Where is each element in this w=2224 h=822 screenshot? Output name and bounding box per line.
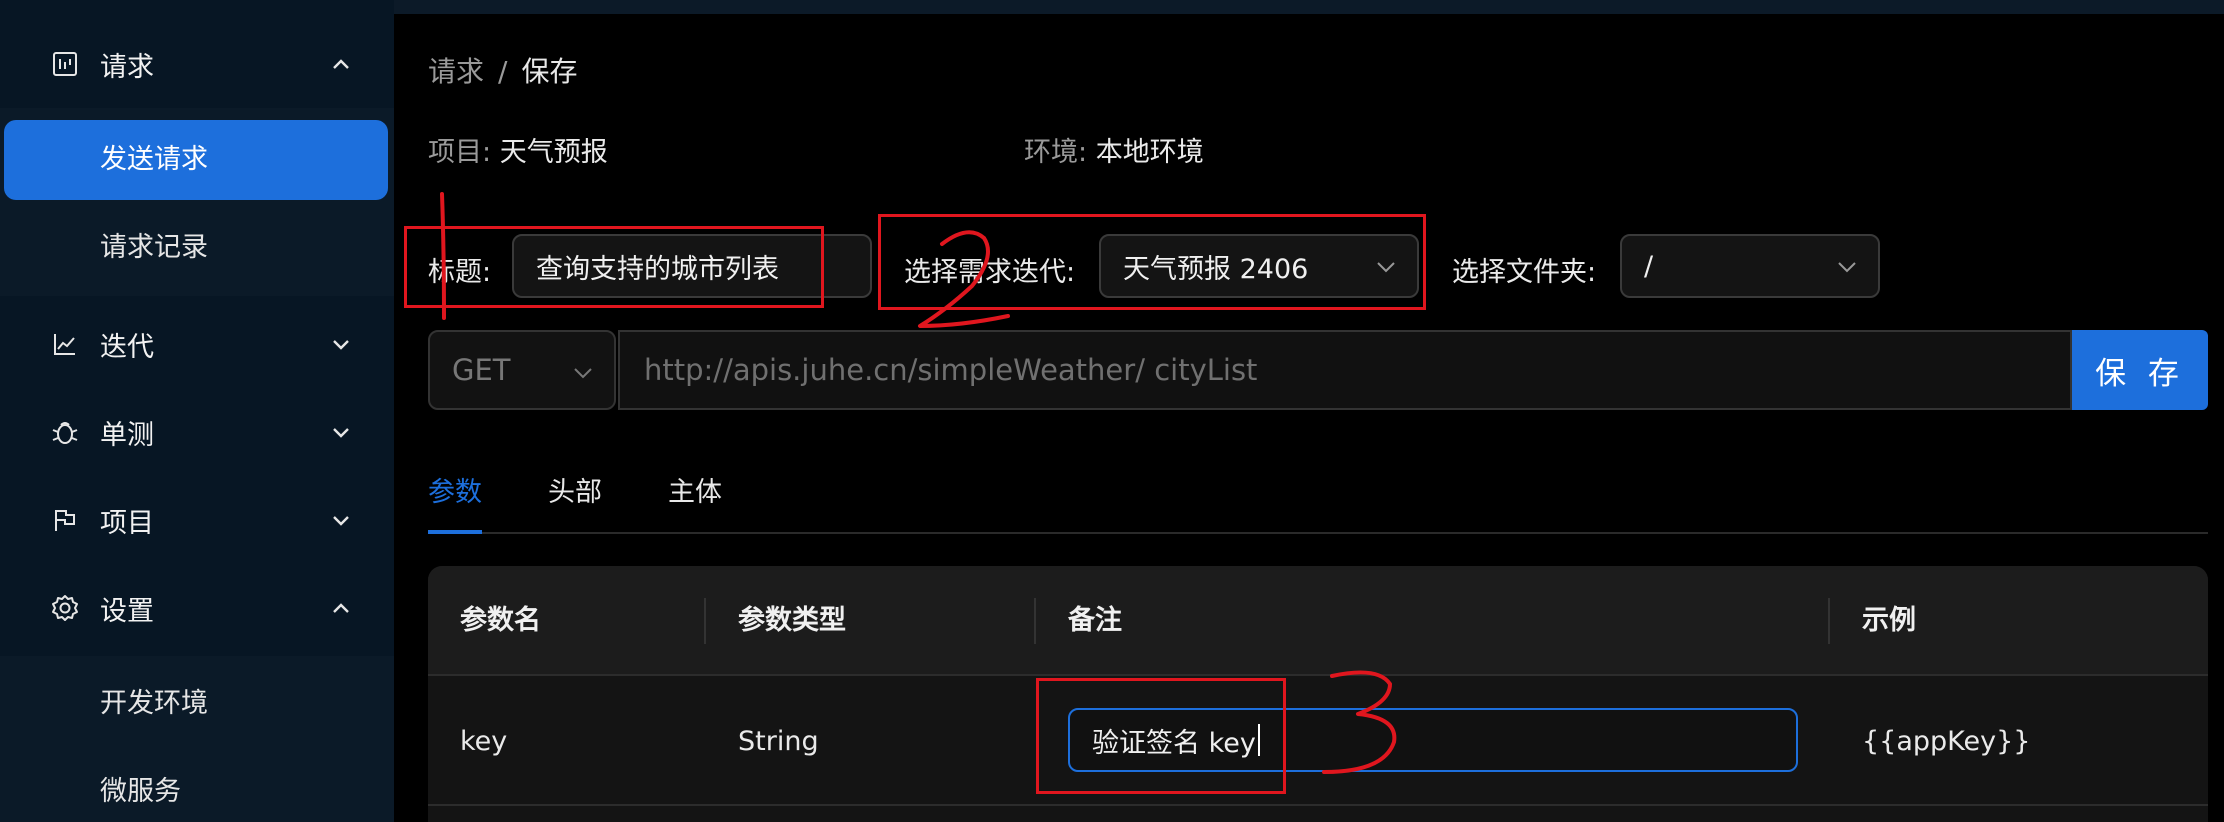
breadcrumb: 请求 / 保存 bbox=[428, 50, 577, 90]
chevron-up-icon[interactable] bbox=[328, 51, 354, 77]
project-value: 天气预报 bbox=[499, 137, 608, 168]
chevron-down-icon bbox=[570, 359, 596, 385]
column-header-example: 示例 bbox=[1862, 605, 1916, 636]
nav-group-label: 请求 bbox=[100, 51, 154, 83]
column-divider[interactable] bbox=[1034, 598, 1036, 644]
method-select[interactable]: GET bbox=[428, 330, 616, 410]
sidebar-item-request-history[interactable]: 请求记录 bbox=[0, 204, 394, 292]
chevron-down-icon[interactable] bbox=[328, 331, 354, 357]
breadcrumb-current: 保存 bbox=[521, 55, 578, 88]
chevron-down-icon[interactable] bbox=[328, 419, 354, 445]
sidebar-item-microservice[interactable]: 微服务 bbox=[0, 748, 394, 822]
env-label: 环境: bbox=[1024, 137, 1088, 168]
folder-label: 选择文件夹: bbox=[1452, 257, 1597, 288]
params-table: 参数名 参数类型 备注 示例 key String 验证签名 key {{app… bbox=[428, 566, 2208, 822]
sidebar-item-dev-env[interactable]: 开发环境 bbox=[0, 660, 394, 748]
table-row: key String 验证签名 key {{appKey}} bbox=[428, 678, 2208, 806]
tab-headers[interactable]: 头部 bbox=[548, 470, 602, 532]
table-header: 参数名 参数类型 备注 示例 bbox=[428, 566, 2208, 676]
nav-group-settings[interactable]: 设置 bbox=[0, 564, 394, 652]
flag-icon bbox=[50, 505, 80, 535]
chart-line-icon bbox=[50, 329, 80, 359]
env-info: 环境: 本地环境 bbox=[1024, 130, 1204, 169]
column-divider[interactable] bbox=[1828, 598, 1830, 644]
annotation-box-3 bbox=[1036, 678, 1286, 794]
sidebar-item-label: 发送请求 bbox=[100, 144, 208, 175]
nav-group-request[interactable]: 请求 bbox=[0, 20, 394, 108]
method-value: GET bbox=[452, 353, 511, 387]
column-header-remark: 备注 bbox=[1068, 605, 1122, 636]
gear-icon bbox=[50, 593, 80, 623]
sidebar-item-label: 请求记录 bbox=[100, 232, 208, 263]
breadcrumb-parent[interactable]: 请求 bbox=[428, 55, 484, 88]
nav-group-label: 单测 bbox=[100, 419, 154, 451]
nav-group-unit-test[interactable]: 单测 bbox=[0, 388, 394, 476]
nav-group-label: 迭代 bbox=[100, 331, 154, 363]
tab-label: 头部 bbox=[548, 477, 602, 508]
nav-group-project[interactable]: 项目 bbox=[0, 476, 394, 564]
tab-bar: 参数 头部 主体 bbox=[428, 470, 2208, 534]
tab-params[interactable]: 参数 bbox=[428, 470, 482, 534]
tab-label: 主体 bbox=[668, 477, 722, 508]
env-value: 本地环境 bbox=[1095, 137, 1204, 168]
column-header-name: 参数名 bbox=[460, 605, 541, 636]
annotation-box-1 bbox=[404, 226, 824, 308]
chevron-down-icon[interactable] bbox=[328, 507, 354, 533]
url-input[interactable]: http://apis.juhe.cn/simpleWeather/ cityL… bbox=[618, 330, 2072, 410]
folder-select-value: / bbox=[1644, 250, 1654, 282]
param-name: key bbox=[460, 726, 508, 757]
nav-group-label: 项目 bbox=[100, 507, 154, 539]
column-divider[interactable] bbox=[704, 598, 706, 644]
param-type: String bbox=[738, 726, 819, 757]
column-header-type: 参数类型 bbox=[738, 605, 846, 636]
save-button[interactable]: 保 存 bbox=[2072, 330, 2208, 410]
project-info: 项目: 天气预报 bbox=[428, 130, 608, 169]
annotation-box-2 bbox=[878, 214, 1426, 310]
request-icon bbox=[50, 49, 80, 79]
sidebar-item-label: 微服务 bbox=[100, 776, 181, 807]
nav-group-label: 设置 bbox=[100, 595, 154, 627]
project-label: 项目: bbox=[428, 137, 492, 168]
breadcrumb-separator: / bbox=[498, 55, 508, 88]
chevron-up-icon[interactable] bbox=[328, 595, 354, 621]
tab-label: 参数 bbox=[428, 477, 482, 508]
bug-icon bbox=[50, 417, 80, 447]
folder-select[interactable]: / bbox=[1620, 234, 1880, 298]
sidebar-item-label: 开发环境 bbox=[100, 688, 208, 719]
sidebar-item-send-request[interactable]: 发送请求 bbox=[4, 120, 388, 200]
url-placeholder: http://apis.juhe.cn/simpleWeather/ cityL… bbox=[644, 353, 1258, 387]
top-bar bbox=[394, 0, 2224, 14]
param-example: {{appKey}} bbox=[1862, 726, 2031, 757]
nav-group-iteration[interactable]: 迭代 bbox=[0, 300, 394, 388]
chevron-down-icon bbox=[1834, 254, 1860, 280]
sidebar: 请求 发送请求 请求记录 迭代 单测 项目 设置 开发环境 微服务 bbox=[0, 0, 394, 822]
tab-body[interactable]: 主体 bbox=[668, 470, 722, 532]
